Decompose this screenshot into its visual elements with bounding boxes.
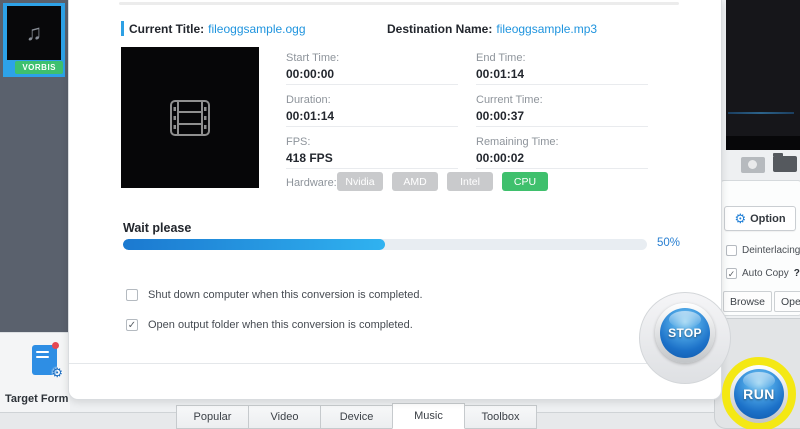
field-label: FPS: [286, 136, 310, 148]
auto-copy-help[interactable]: ? [794, 268, 800, 279]
open-folder-checkbox[interactable]: ✓ [126, 319, 138, 331]
target-format-panel[interactable]: ⚙ Target Forma [0, 332, 70, 412]
progress-percent: 50% [657, 237, 680, 249]
divider [476, 84, 648, 85]
media-item-selected[interactable]: ♫ VORBIS [3, 3, 65, 77]
media-list-sidebar: ♫ VORBIS [0, 0, 68, 332]
gear-icon: ⚙ [51, 366, 63, 379]
preview-bottom-bar [726, 136, 800, 150]
tab-popular[interactable]: Popular [176, 405, 249, 429]
format-badge: VORBIS [15, 61, 63, 74]
hardware-options: Nvidia AMD Intel CPU [337, 172, 548, 191]
conversion-progress-dialog: Current Title:fileoggsample.ogg Destinat… [68, 0, 722, 400]
field-label: Current Time: [476, 94, 543, 106]
target-format-icon: ⚙ [32, 345, 57, 375]
auto-copy-checkbox[interactable]: ✓ [726, 268, 737, 279]
field-value: 418 FPS [286, 151, 333, 165]
tab-music[interactable]: Music [392, 403, 465, 429]
stop-button[interactable]: STOP [660, 308, 710, 358]
divider [476, 168, 648, 169]
preview-seekbar [728, 112, 794, 114]
browse-button[interactable]: Browse [723, 291, 772, 312]
field-value: 00:01:14 [476, 67, 524, 81]
converter-app-window: ♫ VORBIS ⚙ Target Forma Popular Video De… [0, 0, 800, 429]
field-label: Duration: [286, 94, 331, 106]
target-format-label: Target Forma [5, 393, 68, 405]
video-thumbnail [121, 47, 259, 188]
open-folder-label: Open output folder when this conversion … [148, 319, 413, 331]
field-value: 00:01:14 [286, 109, 334, 123]
snapshot-icon[interactable] [741, 157, 765, 173]
hardware-intel-button[interactable]: Intel [447, 172, 493, 191]
field-label: Remaining Time: [476, 136, 559, 148]
field-label: Start Time: [286, 52, 339, 64]
field-value: 00:00:37 [476, 109, 524, 123]
tab-device[interactable]: Device [320, 405, 393, 429]
field-value: 00:00:00 [286, 67, 334, 81]
music-note-icon: ♫ [26, 22, 43, 44]
divider [476, 126, 648, 127]
output-settings-panel: ⚙ Option Deinterlacing ✓ Auto Copy ? Bro… [720, 180, 800, 316]
accent-bar [121, 21, 124, 36]
current-title: Current Title:fileoggsample.ogg [129, 22, 306, 36]
run-button[interactable]: RUN [734, 369, 784, 419]
shutdown-checkbox[interactable] [126, 289, 138, 301]
tab-video[interactable]: Video [248, 405, 321, 429]
divider [69, 363, 721, 364]
notification-dot [52, 342, 59, 349]
deinterlacing-label: Deinterlacing [742, 245, 800, 256]
film-icon [169, 99, 211, 137]
media-thumbnail: ♫ [7, 6, 61, 60]
format-category-tabs: Popular Video Device Music Toolbox [177, 403, 537, 429]
progress-bar [123, 239, 647, 250]
folder-icon[interactable] [773, 156, 797, 172]
divider [286, 126, 458, 127]
hardware-label: Hardware: [286, 177, 337, 189]
auto-copy-label: Auto Copy [742, 268, 789, 279]
destination-filename: fileoggsample.mp3 [496, 22, 597, 36]
hardware-cpu-button[interactable]: CPU [502, 172, 548, 191]
scrollbar[interactable] [119, 2, 679, 5]
field-value: 00:00:02 [476, 151, 524, 165]
option-button[interactable]: ⚙ Option [724, 206, 796, 231]
divider [286, 168, 458, 169]
open-button[interactable]: Open [774, 291, 800, 312]
current-title-filename: fileoggsample.ogg [208, 22, 305, 36]
tab-toolbox[interactable]: Toolbox [464, 405, 537, 429]
video-preview-panel [726, 0, 800, 150]
divider [286, 84, 458, 85]
shutdown-label: Shut down computer when this conversion … [148, 289, 423, 301]
hardware-nvidia-button[interactable]: Nvidia [337, 172, 383, 191]
field-label: End Time: [476, 52, 526, 64]
deinterlacing-checkbox[interactable] [726, 245, 737, 256]
hardware-amd-button[interactable]: AMD [392, 172, 438, 191]
destination-name: Destination Name:fileoggsample.mp3 [387, 22, 597, 36]
progress-status-label: Wait please [123, 221, 191, 235]
progress-bar-fill [123, 239, 385, 250]
gear-icon: ⚙ [734, 212, 746, 225]
